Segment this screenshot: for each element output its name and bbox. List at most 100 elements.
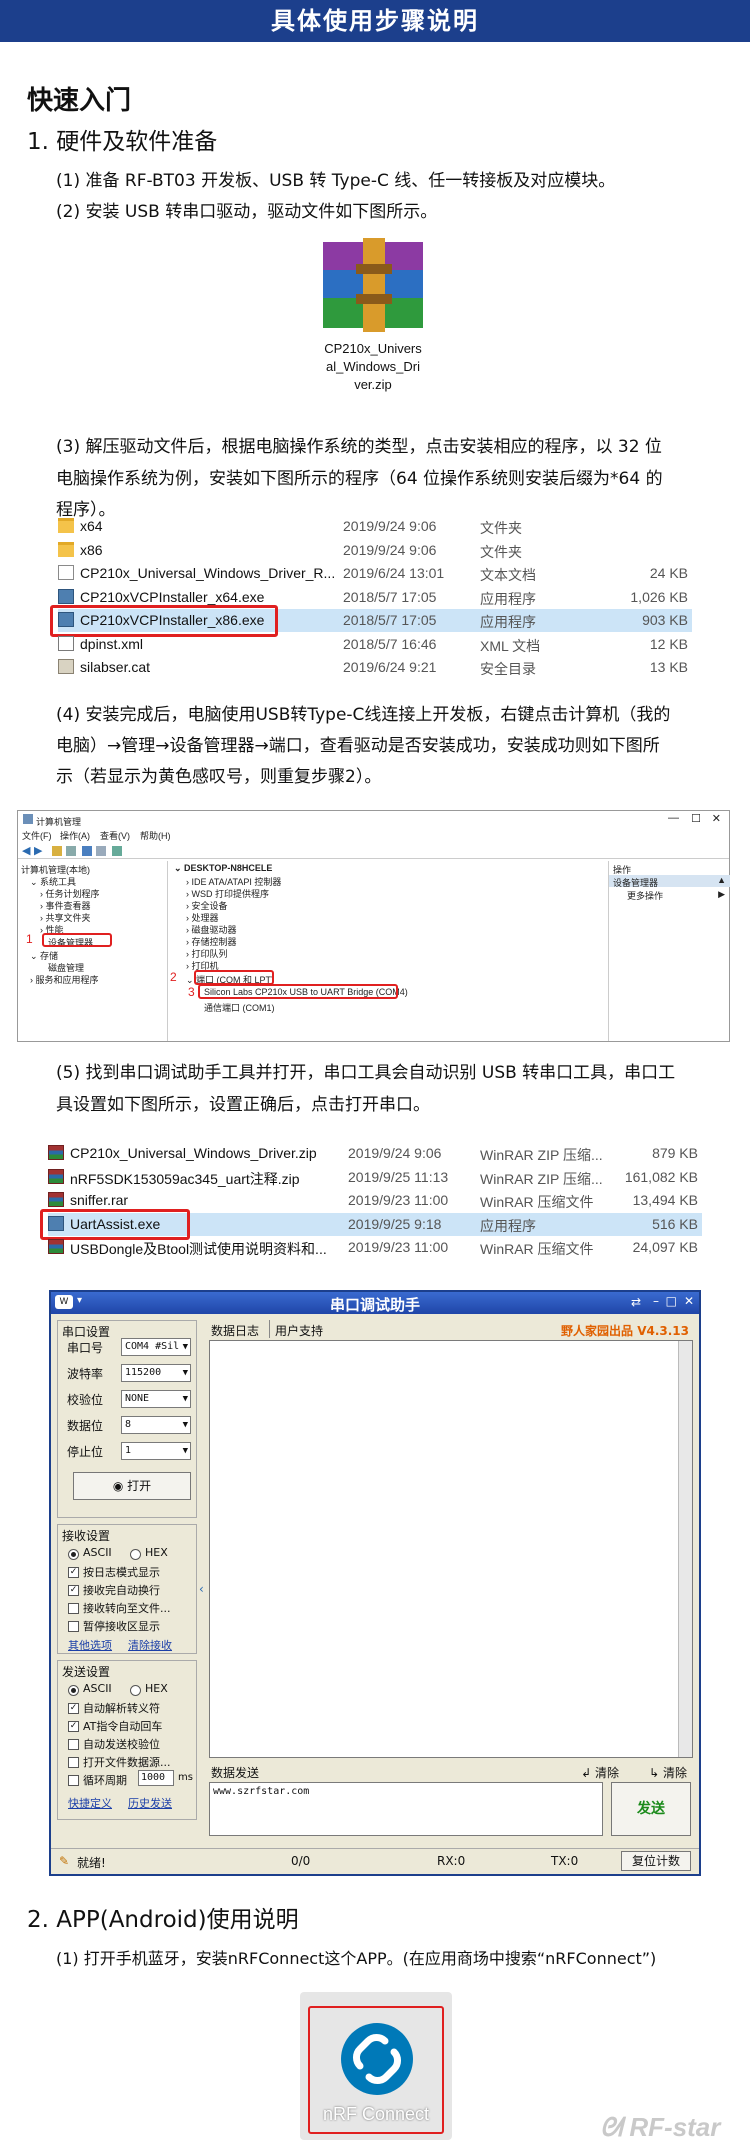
file-date: 2019/9/25 11:13: [348, 1168, 449, 1185]
recv-settings-title: 接收设置: [62, 1529, 111, 1543]
tab-user-support[interactable]: 用户支持: [275, 1322, 323, 1339]
file-row[interactable]: CP210x_Universal_Windows_Driver_R... 2019…: [58, 562, 692, 585]
tab-data-send[interactable]: 数据发送: [211, 1764, 259, 1781]
power-icon: ◉: [112, 1479, 124, 1493]
driver-file-list: x64 2019/9/24 9:06 文件夹 x86 2019/9/24 9:06 文件夹…: [50, 515, 692, 680]
recv-log-checkbox[interactable]: ✓: [68, 1567, 79, 1578]
device-com1[interactable]: 通信端口 (COM1): [204, 1001, 275, 1014]
send-file-checkbox[interactable]: [68, 1757, 79, 1768]
send-textarea[interactable]: www.szrfstar.com: [209, 1782, 603, 1836]
clear-send-2[interactable]: ↳ 清除: [649, 1764, 687, 1781]
file-row[interactable]: nRF5SDK153059ac345_uart注释.zip 2019/9/25 1…: [48, 1166, 702, 1189]
serial-title: 串口调试助手: [329, 1296, 420, 1314]
tab-data-log[interactable]: 数据日志: [211, 1322, 259, 1339]
loop-period-input[interactable]: 1000: [138, 1770, 174, 1786]
scan-icon[interactable]: [112, 846, 122, 856]
minimize-icon[interactable]: –: [653, 1294, 659, 1308]
close-icon[interactable]: ✕: [712, 812, 721, 825]
file-row[interactable]: silabser.cat 2019/6/24 9:21 安全目录 13 KB: [58, 656, 692, 679]
device-root[interactable]: ⌄ DESKTOP-N8HCELE: [174, 863, 272, 874]
properties-icon[interactable]: [96, 846, 106, 856]
file-type: 安全目录: [480, 661, 536, 677]
send-at-label: AT指令自动回车: [83, 1720, 163, 1733]
view-icon[interactable]: [66, 846, 76, 856]
send-header: 数据发送 ↲ 清除 ↳ 清除: [209, 1762, 693, 1780]
port-setting-select[interactable]: 8: [121, 1416, 191, 1434]
app-icon: [23, 814, 33, 824]
toolbar: ◀ ▶: [18, 843, 729, 859]
file-row[interactable]: USBDongle及Btool测试使用说明资料和... 2019/9/23 11:…: [48, 1236, 702, 1259]
recv-hex-radio[interactable]: [130, 1549, 141, 1560]
send-hex-radio[interactable]: [130, 1685, 141, 1696]
recv-ascii-radio[interactable]: [68, 1549, 79, 1560]
folder-icon: [58, 541, 74, 557]
file-row[interactable]: dpinst.xml 2018/5/7 16:46 XML 文档 12 KB: [58, 633, 692, 656]
section2-step1: (1) 打开手机蓝牙，安装nRFConnect这个APP。(在应用商场中搜索“n…: [56, 1949, 657, 1968]
pin-icon[interactable]: ⇄: [631, 1295, 641, 1309]
actions-device-manager[interactable]: 设备管理器 ▲: [609, 875, 730, 888]
zip-file[interactable]: CP210x_Univers al_Windows_Dri ver.zip: [318, 234, 428, 394]
file-name: nRF5SDK153059ac345_uart注释.zip: [70, 1170, 300, 1187]
serial-assistant-window: W ▾ 串口调试助手 ⇄ – □ ✕ 串口设置 ◉ 打开 接收设置 ASCII …: [49, 1290, 701, 1876]
quick-define-link[interactable]: 快捷定义: [68, 1795, 112, 1811]
send-checksum-checkbox[interactable]: [68, 1739, 79, 1750]
menu-action[interactable]: 操作(A): [60, 829, 90, 842]
port-setting-select[interactable]: COM4 #Sil: [121, 1338, 191, 1356]
text-file-icon: [58, 565, 74, 580]
more-arrow-icon: ▶: [718, 889, 725, 899]
file-size: 24,097 KB: [632, 1239, 698, 1255]
file-row[interactable]: x64 2019/9/24 9:06 文件夹: [58, 515, 692, 538]
file-row[interactable]: CP210x_Universal_Windows_Driver.zip 2019/…: [48, 1142, 702, 1165]
file-type: 应用程序: [480, 590, 536, 607]
file-date: 2019/9/24 9:06: [343, 541, 437, 558]
window-title: 计算机管理: [36, 817, 82, 827]
recv-settings-group: 接收设置 ASCII HEX ✓ 按日志模式显示 ✓ 接收完自动换行 接收转向至…: [57, 1524, 197, 1654]
recv-file-checkbox[interactable]: [68, 1603, 79, 1614]
app-tile[interactable]: nRF Connect: [300, 1992, 452, 2140]
file-row[interactable]: x86 2019/9/24 9:06 文件夹: [58, 539, 692, 562]
catalog-file-icon: [58, 659, 74, 674]
folder-up-icon[interactable]: [52, 846, 62, 856]
port-setting-select[interactable]: 1: [121, 1442, 191, 1460]
forward-icon[interactable]: ▶: [34, 844, 42, 857]
send-at-checkbox[interactable]: ✓: [68, 1721, 79, 1732]
port-setting-select[interactable]: 115200: [121, 1364, 191, 1382]
recv-pause-checkbox[interactable]: [68, 1621, 79, 1632]
receive-log-area[interactable]: [209, 1340, 693, 1758]
send-escape-checkbox[interactable]: ✓: [68, 1703, 79, 1714]
maximize-icon[interactable]: ☐: [691, 812, 701, 825]
maximize-icon[interactable]: □: [666, 1294, 677, 1308]
collapse-arrow-icon[interactable]: ‹: [199, 1582, 205, 1612]
actions-more[interactable]: 更多操作: [627, 889, 663, 902]
port-setting-select[interactable]: NONE: [121, 1390, 191, 1408]
reset-count-button[interactable]: 复位计数: [621, 1851, 691, 1871]
log-scrollbar[interactable]: [678, 1341, 692, 1757]
step4-line2: 电脑）→管理→设备管理器→端口，查看驱动是否安装成功，安装成功则如下图所: [56, 736, 660, 756]
port-setting-label: 停止位: [67, 1445, 104, 1459]
history-send-link[interactable]: 历史发送: [128, 1795, 172, 1811]
send-button[interactable]: 发送: [611, 1782, 691, 1836]
brand-label[interactable]: 野人家园出品 V4.3.13: [561, 1322, 689, 1339]
menu-file[interactable]: 文件(F): [22, 829, 52, 842]
close-icon[interactable]: ✕: [684, 1294, 694, 1308]
minimize-icon[interactable]: —: [668, 812, 679, 824]
send-loop-checkbox[interactable]: [68, 1775, 79, 1786]
help-icon[interactable]: [82, 846, 92, 856]
clear-send-1[interactable]: ↲ 清除: [581, 1764, 619, 1781]
file-date: 2019/9/25 9:18: [348, 1215, 442, 1232]
device-pane: ⌄ DESKTOP-N8HCELE › IDE ATA/ATAPI 控制器 › …: [170, 861, 606, 1041]
back-icon[interactable]: ◀: [22, 844, 30, 857]
other-options-link[interactable]: 其他选项: [68, 1637, 112, 1653]
step1-text: (1) 准备 RF-BT03 开发板、USB 转 Type-C 线、任一转接板及…: [56, 171, 616, 191]
clear-recv-link[interactable]: 清除接收: [128, 1637, 172, 1653]
menu-help[interactable]: 帮助(H): [140, 829, 171, 842]
port-settings-title: 串口设置: [62, 1325, 111, 1339]
menu-view[interactable]: 查看(V): [100, 829, 130, 842]
send-ascii-radio[interactable]: [68, 1685, 79, 1696]
open-port-button[interactable]: ◉ 打开: [73, 1472, 191, 1500]
send-settings-group: 发送设置 ASCII HEX ✓ 自动解析转义符 ✓ AT指令自动回车 自动发送…: [57, 1660, 197, 1820]
send-checksum-label: 自动发送校验位: [83, 1738, 160, 1751]
recv-newline-checkbox[interactable]: ✓: [68, 1585, 79, 1596]
tree-services[interactable]: › 服务和应用程序: [30, 973, 99, 986]
file-name: x86: [80, 541, 103, 558]
